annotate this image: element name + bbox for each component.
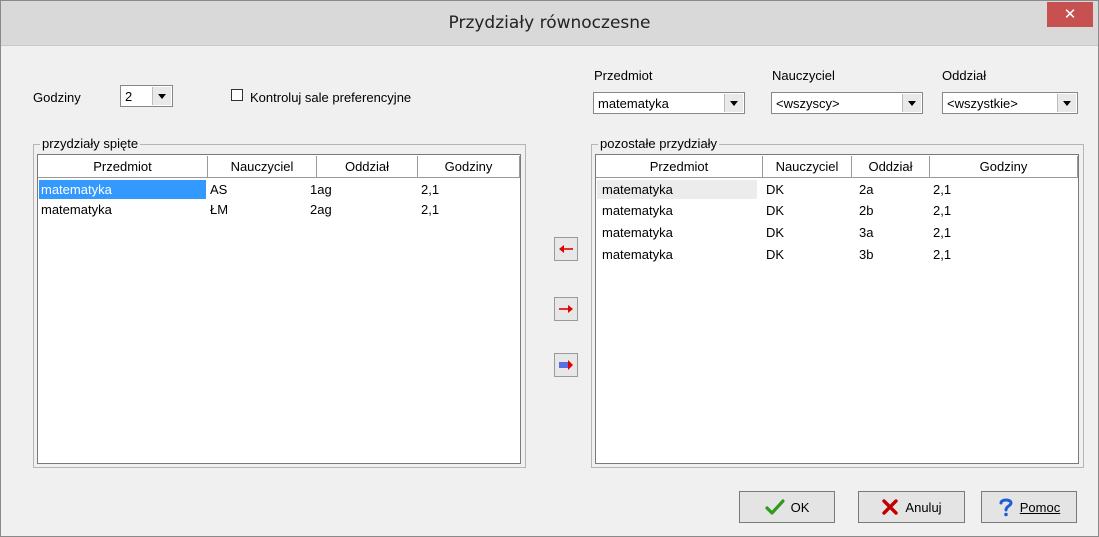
teacher-filter-value: <wszyscy> [776,96,840,111]
class-filter-value: <wszystkie> [947,96,1018,111]
linked-assignments-group: przydziały spięte Przedmiot Nauczyciel O… [33,136,526,468]
subject-filter-select[interactable]: matematyka [593,92,745,114]
cell-hours: 2,1 [421,202,440,217]
cross-icon [882,499,899,515]
arrow-left-icon [559,245,573,253]
cell-teacher: DK [766,203,785,218]
cell-teacher: DK [766,247,785,262]
cell-class: 2a [859,182,874,197]
window-title: Przydziały równoczesne [448,13,651,33]
linked-assignments-title: przydziały spięte [40,136,141,151]
remaining-assignments-group: pozostałe przydziały Przedmiot Nauczycie… [591,136,1084,468]
cell-teacher: DK [766,225,785,240]
cancel-label: Anuluj [905,499,942,515]
dialog-window: Przydziały równoczesne ✕ Godziny 2 Kontr… [0,0,1099,537]
hours-label: Godziny [33,90,81,105]
class-filter-label: Oddział [942,68,987,83]
cell-subject: matematyka [602,225,673,240]
ok-label: OK [790,499,810,515]
column-header-teacher[interactable]: Nauczyciel [763,156,852,178]
chevron-down-icon[interactable] [1057,94,1076,112]
subject-filter-value: matematyka [598,96,669,111]
cell-hours: 2,1 [421,182,440,197]
cell-teacher: AS [210,182,228,197]
cell-subject: matematyka [602,203,673,218]
chevron-down-icon[interactable] [152,87,171,105]
cell-subject: matematyka [597,180,757,199]
class-filter-select[interactable]: <wszystkie> [942,92,1078,114]
cell-hours: 2,1 [933,203,952,218]
preferred-rooms-checkbox[interactable] [231,89,243,101]
subject-filter-label: Przedmiot [594,68,653,83]
move-all-right-button[interactable] [554,353,578,377]
arrow-right-icon [559,305,573,313]
cell-subject: matematyka [602,247,673,262]
column-header-class[interactable]: Oddział [852,156,930,178]
preferred-rooms-label: Kontroluj sale preferencyjne [250,90,412,105]
chevron-down-icon[interactable] [902,94,921,112]
help-button[interactable]: Pomoc [981,491,1077,523]
move-right-button[interactable] [554,297,578,321]
remaining-assignments-list[interactable]: Przedmiot Nauczyciel Oddział Godziny mat… [595,154,1079,464]
column-header-class[interactable]: Oddział [317,156,418,178]
hours-value: 2 [125,89,133,104]
cell-subject: matematyka [41,202,112,217]
column-header-subject[interactable]: Przedmiot [596,156,763,178]
remaining-assignments-title: pozostałe przydziały [598,136,720,151]
cell-class: 2ag [310,202,332,217]
hours-select[interactable]: 2 [120,85,173,107]
column-header-subject[interactable]: Przedmiot [38,156,208,178]
cell-class: 1ag [310,182,332,197]
cell-class: 3a [859,225,874,240]
column-header-teacher[interactable]: Nauczyciel [208,156,317,178]
move-left-button[interactable] [554,237,578,261]
close-button[interactable]: ✕ [1047,2,1093,27]
cell-subject: matematyka [39,180,206,199]
teacher-filter-select[interactable]: <wszyscy> [771,92,923,114]
cell-class: 3b [859,247,874,262]
ok-button[interactable]: OK [739,491,835,523]
title-bar[interactable]: Przydziały równoczesne ✕ [1,1,1098,46]
help-label: Pomoc [1019,499,1061,515]
check-icon [764,499,785,515]
dialog-content: Godziny 2 Kontroluj sale preferencyjne P… [8,46,1095,534]
cell-class: 2b [859,203,874,218]
chevron-down-icon[interactable] [724,94,743,112]
cell-teacher: DK [766,182,785,197]
question-icon [999,498,1013,517]
linked-assignments-list[interactable]: Przedmiot Nauczyciel Oddział Godziny mat… [37,154,521,464]
move-all-right-icon [559,360,573,370]
cell-teacher: ŁM [210,202,229,217]
cell-hours: 2,1 [933,225,952,240]
teacher-filter-label: Nauczyciel [772,68,835,83]
column-header-hours[interactable]: Godziny [418,156,520,178]
cancel-button[interactable]: Anuluj [858,491,965,523]
cell-hours: 2,1 [933,247,952,262]
column-header-hours[interactable]: Godziny [930,156,1078,178]
cell-hours: 2,1 [933,182,952,197]
